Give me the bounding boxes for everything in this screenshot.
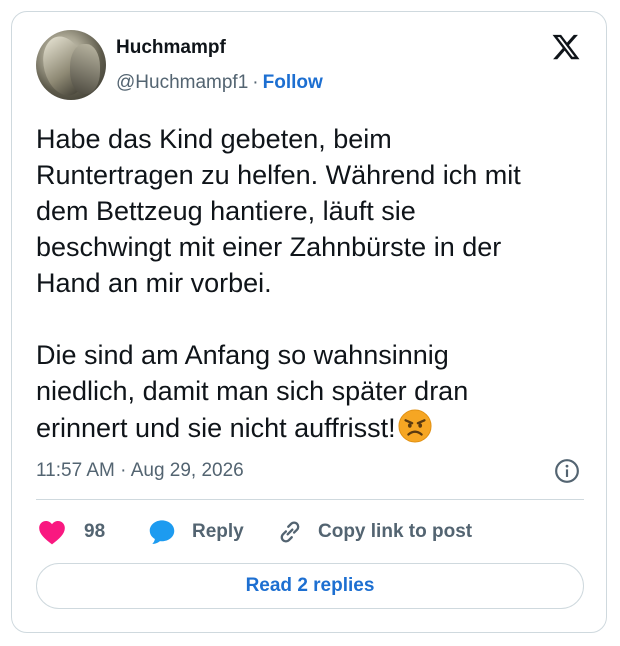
copy-link-button[interactable]: Copy link to post bbox=[276, 516, 472, 548]
read-replies-button[interactable]: Read 2 replies bbox=[36, 563, 584, 609]
copy-link-label: Copy link to post bbox=[318, 521, 473, 542]
author-handle[interactable]: @Huchmampf1 bbox=[116, 72, 248, 93]
author-name[interactable]: Huchmampf bbox=[116, 37, 226, 59]
reply-label: Reply bbox=[192, 521, 244, 542]
action-bar: 98 Reply Copy link to post bbox=[36, 516, 584, 548]
reply-button[interactable]: Reply bbox=[148, 516, 244, 548]
link-icon bbox=[280, 521, 300, 543]
avatar[interactable] bbox=[36, 30, 106, 100]
heart-icon bbox=[39, 521, 65, 545]
follow-button[interactable]: Follow bbox=[263, 72, 323, 93]
like-count: 98 bbox=[84, 521, 106, 542]
tweet-body: Habe das Kind gebeten, beim Runtertragen… bbox=[36, 124, 521, 443]
angry-face-emoji-icon bbox=[398, 409, 432, 443]
like-button[interactable]: 98 bbox=[38, 516, 105, 548]
reply-bubble-icon bbox=[149, 520, 175, 544]
separator-dot: · bbox=[252, 72, 259, 93]
timestamp[interactable]: 11:57 AM · Aug 29, 2026 bbox=[36, 460, 244, 482]
author-handle-row: @Huchmampf1 · Follow bbox=[116, 72, 323, 94]
tweet-text: Habe das Kind gebeten, beim Runtertragen… bbox=[36, 121, 592, 446]
info-icon[interactable] bbox=[554, 458, 580, 484]
divider bbox=[36, 499, 584, 500]
x-logo-icon[interactable] bbox=[551, 32, 581, 62]
